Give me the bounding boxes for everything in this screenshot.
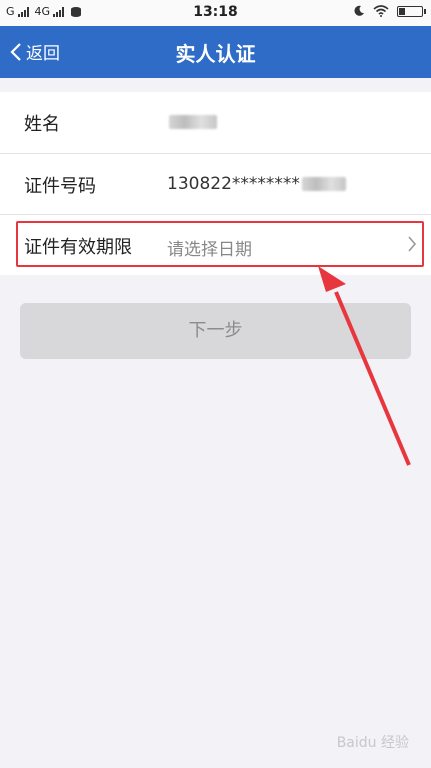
- wifi-icon: [373, 5, 389, 17]
- id-number-text: 130822********: [167, 174, 300, 194]
- nav-bar: 返回 实人认证: [0, 26, 431, 78]
- redacted-name: [169, 115, 217, 129]
- status-bar: G 4G 13:18: [0, 0, 431, 26]
- name-value: [167, 112, 217, 132]
- moon-icon: [354, 5, 364, 16]
- redacted-id-suffix: [301, 177, 346, 191]
- id-number-label: 证件号码: [24, 176, 96, 197]
- next-step-button[interactable]: 下一步: [20, 303, 411, 359]
- page-title: 实人认证: [175, 42, 256, 66]
- name-row: 姓名: [0, 92, 431, 153]
- battery-icon: [397, 5, 426, 17]
- highlight-box: [16, 221, 424, 267]
- name-label: 姓名: [24, 114, 60, 135]
- id-number-value: 130822********: [167, 174, 346, 194]
- status-right: [353, 5, 426, 17]
- watermark: Baidu 经验: [336, 735, 409, 751]
- id-number-row: 证件号码 130822********: [0, 153, 431, 214]
